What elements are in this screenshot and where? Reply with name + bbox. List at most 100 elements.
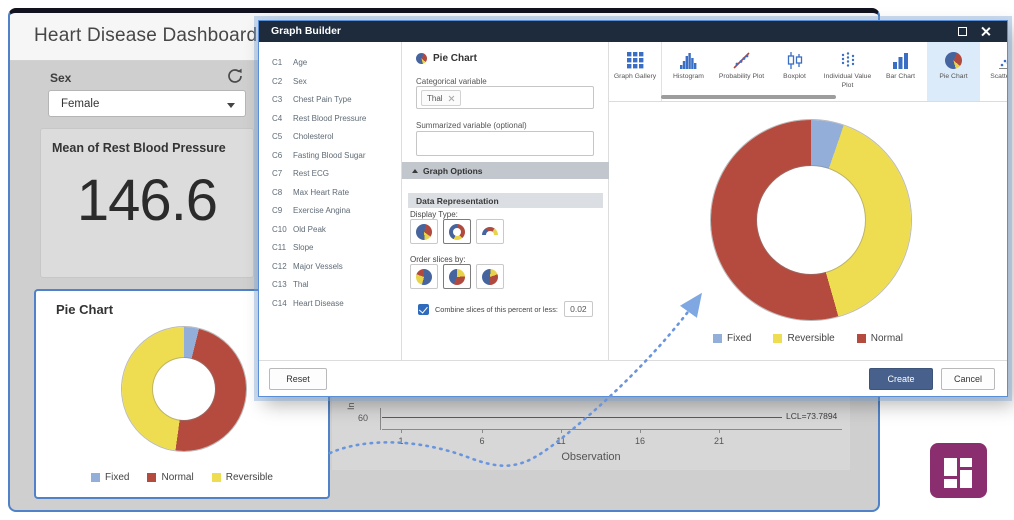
cancel-button[interactable]: Cancel: [941, 368, 995, 390]
legend-label: Fixed: [727, 333, 751, 344]
maximize-icon[interactable]: [958, 27, 967, 36]
column-id: C7: [259, 165, 293, 184]
column-row-c7[interactable]: C7Rest ECG: [259, 165, 401, 184]
toolbar-scrollbar[interactable]: [661, 95, 836, 99]
combine-slices-checkbox[interactable]: [418, 304, 429, 315]
logo-pane: [960, 470, 972, 488]
toolbar-item-graph-gallery[interactable]: Graph Gallery: [609, 42, 662, 101]
refresh-icon[interactable]: [226, 67, 244, 85]
column-id: C13: [259, 276, 293, 295]
control-chart-y-axis: [380, 408, 381, 430]
column-id: C4: [259, 110, 293, 129]
histogram-icon: [662, 49, 715, 69]
control-chart-x-axis-label: Observation: [332, 451, 850, 463]
display-type-label: Display Type:: [410, 210, 458, 219]
summarized-variable-field[interactable]: [416, 131, 594, 156]
toolbar-item-pie-chart[interactable]: Pie Chart: [927, 42, 980, 101]
toolbar-item-probability-plot[interactable]: Probability Plot: [715, 42, 768, 101]
preview-donut-legend: Fixed Reversible Normal: [609, 333, 1007, 344]
column-id: C3: [259, 91, 293, 110]
toolbar-item-boxplot[interactable]: Boxplot: [768, 42, 821, 101]
dialog-titlebar[interactable]: Graph Builder: [259, 21, 1007, 42]
kpi-label: Mean of Rest Blood Pressure: [52, 141, 226, 155]
create-button[interactable]: Create: [869, 368, 933, 390]
collapse-icon: [412, 169, 418, 173]
close-icon[interactable]: [980, 26, 991, 37]
app-logo[interactable]: [930, 443, 987, 498]
column-name: Cholesterol: [293, 128, 333, 147]
column-name: Major Vessels: [293, 258, 343, 277]
toolbar-item-histogram[interactable]: Histogram: [662, 42, 715, 101]
column-name: Max Heart Rate: [293, 184, 349, 203]
column-name: Rest ECG: [293, 165, 329, 184]
toolbar-item-label: Graph Gallery: [609, 73, 661, 82]
display-type-arc-button[interactable]: [476, 219, 504, 244]
sex-dropdown[interactable]: Female: [48, 90, 246, 117]
display-type-options: [410, 219, 504, 244]
column-name: Thal: [293, 276, 309, 295]
x-tick: [401, 429, 402, 433]
column-id: C2: [259, 73, 293, 92]
x-tick: [561, 429, 562, 433]
legend-swatch-reversible: [773, 334, 782, 343]
pie-icon: [416, 224, 432, 240]
column-row-c6[interactable]: C6Fasting Blood Sugar: [259, 147, 401, 166]
column-row-c11[interactable]: C11Slope: [259, 239, 401, 258]
graph-builder-dialog: Graph Builder C1AgeC2SexC3Chest Pain Typ…: [258, 20, 1008, 397]
legend-item: Fixed: [91, 472, 129, 483]
column-name: Rest Blood Pressure: [293, 110, 366, 129]
display-type-donut-button[interactable]: [443, 219, 471, 244]
reset-button[interactable]: Reset: [269, 368, 327, 390]
column-name: Age: [293, 54, 307, 73]
remove-variable-icon[interactable]: [448, 95, 455, 102]
order-slices-option-1-button[interactable]: [410, 264, 438, 289]
column-row-c12[interactable]: C12Major Vessels: [259, 258, 401, 277]
column-id: C1: [259, 54, 293, 73]
column-list: C1AgeC2SexC3Chest Pain TypeC4Rest Blood …: [259, 42, 402, 360]
column-row-c1[interactable]: C1Age: [259, 54, 401, 73]
x-tick-label: 16: [630, 436, 650, 446]
column-row-c5[interactable]: C5Cholesterol: [259, 128, 401, 147]
legend-item: Normal: [857, 333, 903, 344]
donut-icon: [449, 224, 465, 240]
column-row-c4[interactable]: C4Rest Blood Pressure: [259, 110, 401, 129]
toolbar-item-label: Scatterplot: [980, 73, 1007, 82]
order-slices-option-2-button[interactable]: [443, 264, 471, 289]
logo-pane: [944, 479, 957, 488]
column-row-c14[interactable]: C14Heart Disease: [259, 295, 401, 314]
legend-swatch-normal: [857, 334, 866, 343]
toolbar-item-label: Bar Chart: [874, 73, 927, 82]
toolbar-item-label: Probability Plot: [715, 73, 768, 82]
dashboard-donut-legend: Fixed Normal Reversible: [36, 472, 328, 483]
pie-chart-icon: [416, 53, 427, 64]
column-row-c3[interactable]: C3Chest Pain Type: [259, 91, 401, 110]
column-row-c10[interactable]: C10Old Peak: [259, 221, 401, 240]
column-name: Exercise Angina: [293, 202, 350, 221]
scatterplot-icon: [980, 49, 1007, 69]
column-row-c8[interactable]: C8Max Heart Rate: [259, 184, 401, 203]
chevron-down-icon: [227, 103, 235, 108]
combine-percent-input[interactable]: [564, 301, 593, 317]
legend-swatch-fixed: [713, 334, 722, 343]
order-slices-option-3-button[interactable]: [476, 264, 504, 289]
dashboard-title: Heart Disease Dashboard: [34, 25, 257, 47]
toolbar-item-bar-chart[interactable]: Bar Chart: [874, 42, 927, 101]
column-id: C5: [259, 128, 293, 147]
toolbar-item-scatterplot[interactable]: Scatterplot: [980, 42, 1007, 101]
toolbar-item-individual-value-plot[interactable]: Individual Value Plot: [821, 42, 874, 101]
column-row-c2[interactable]: C2Sex: [259, 73, 401, 92]
display-type-pie-button[interactable]: [410, 219, 438, 244]
variable-tag: Thal: [421, 90, 461, 106]
x-tick: [640, 429, 641, 433]
lcl-label: LCL=73.7894: [786, 411, 837, 421]
column-id: C14: [259, 295, 293, 314]
graph-type-toolbar: Graph Gallery Histogram Probability Plot: [609, 42, 1007, 102]
column-id: C10: [259, 221, 293, 240]
legend-label: Normal: [161, 472, 193, 483]
column-row-c13[interactable]: C13Thal: [259, 276, 401, 295]
column-row-c9[interactable]: C9Exercise Angina: [259, 202, 401, 221]
categorical-variable-field[interactable]: Thal: [416, 86, 594, 109]
boxplot-icon: [768, 49, 821, 69]
graph-options-header[interactable]: Graph Options: [402, 162, 609, 179]
pie-chart-icon: [927, 49, 980, 69]
